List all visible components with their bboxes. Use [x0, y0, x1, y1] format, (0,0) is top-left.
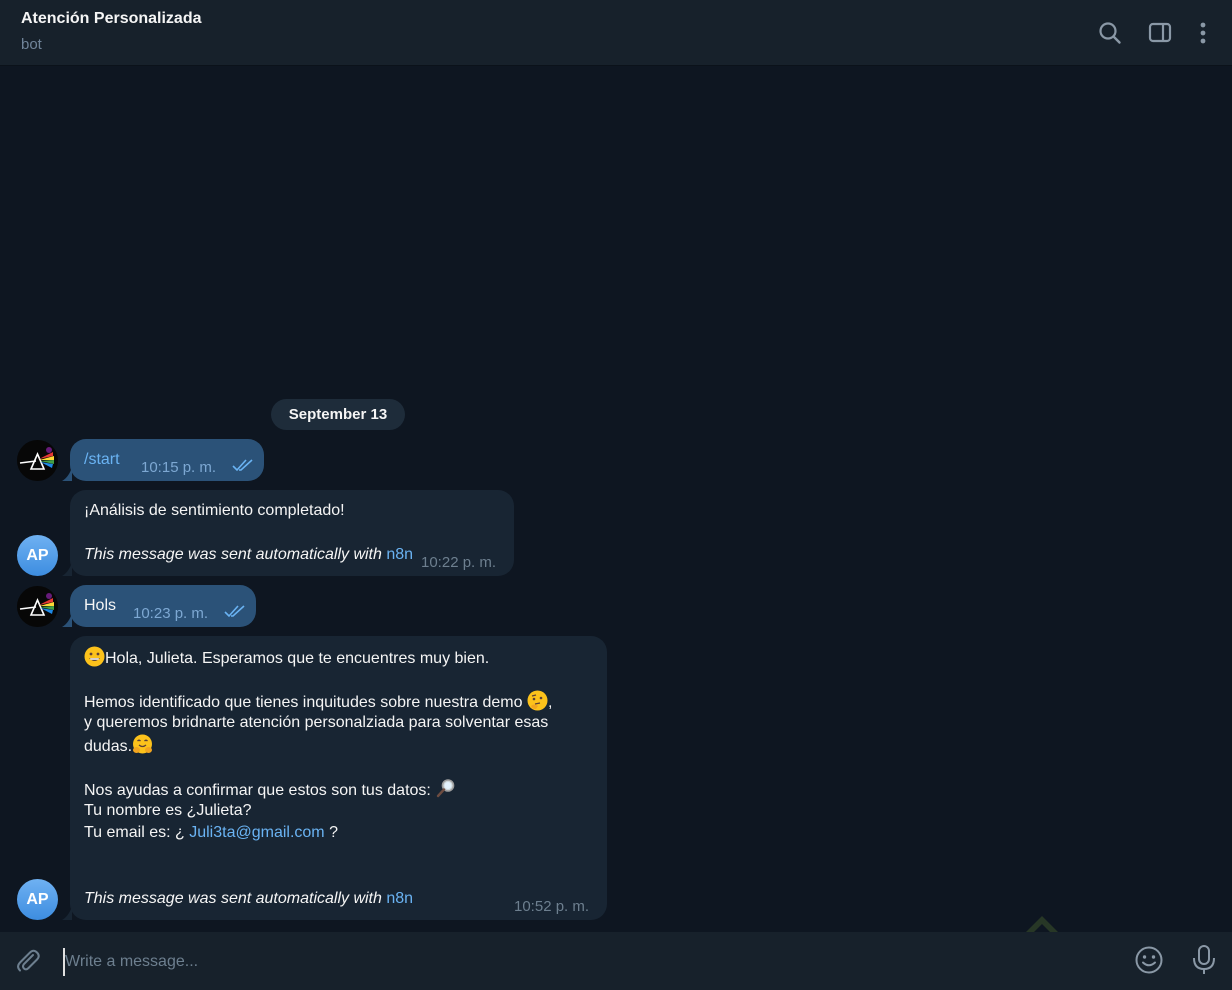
auto-message-footer: This message was sent automatically with — [84, 890, 382, 907]
email-link[interactable]: Juli3ta@gmail.com — [189, 824, 324, 841]
message-bubble-outgoing[interactable]: Hols 10:23 p. m. — [62, 585, 256, 627]
user-avatar[interactable] — [17, 586, 58, 627]
magnifier-emoji-icon — [437, 779, 455, 798]
message-line: Tu email es: ¿ — [84, 824, 185, 841]
search-icon[interactable] — [1097, 20, 1123, 46]
bot-avatar[interactable]: AP — [17, 879, 58, 920]
bubble-tail — [62, 467, 72, 481]
prism-avatar-icon — [17, 440, 58, 481]
message-input[interactable] — [63, 948, 967, 976]
attach-icon[interactable] — [14, 947, 42, 975]
message-line: ? — [329, 824, 338, 841]
prism-avatar-icon — [17, 586, 58, 627]
bubble-tail — [62, 613, 72, 627]
microphone-icon[interactable] — [1190, 944, 1218, 976]
message-text[interactable]: Hols — [84, 595, 116, 617]
message-time: 10:23 p. m. — [133, 605, 209, 622]
user-avatar[interactable] — [17, 440, 58, 481]
auto-message-footer: This message was sent automatically with — [84, 546, 382, 563]
message-text: ¡Análisis de sentimiento completado! — [84, 502, 345, 519]
grinning-emoji-icon — [84, 646, 105, 667]
chat-header: Atención Personalizada bot — [0, 0, 1232, 66]
thinking-emoji-icon — [527, 690, 548, 711]
avatar-initials: AP — [26, 546, 49, 564]
message-bubble-outgoing[interactable]: /start 10:15 p. m. — [62, 439, 264, 481]
message-time: 10:15 p. m. — [141, 459, 217, 476]
chat-subtitle: bot — [21, 36, 42, 53]
date-separator: September 13 — [271, 399, 405, 430]
more-vertical-icon[interactable] — [1190, 20, 1216, 46]
bot-avatar[interactable]: AP — [17, 535, 58, 576]
n8n-link[interactable]: n8n — [386, 546, 413, 563]
double-check-icon — [232, 459, 253, 472]
message-line: Nos ayudas a confirmar que estos son tus… — [84, 782, 431, 799]
message-composer — [0, 932, 1232, 990]
message-time: 10:52 p. m. — [514, 898, 590, 915]
bubble-tail — [62, 562, 72, 576]
message-bubble-incoming[interactable]: Hola, Julieta. Esperamos que te encuentr… — [62, 636, 607, 920]
chat-title[interactable]: Atención Personalizada — [21, 10, 202, 28]
message-line: Tu nombre es ¿Julieta? — [84, 802, 252, 819]
message-line: dudas. — [84, 738, 133, 755]
message-bubble-incoming[interactable]: ¡Análisis de sentimiento completado! Thi… — [62, 490, 514, 576]
double-check-icon — [224, 605, 245, 618]
message-line: Hola, Julieta. Esperamos que te encuentr… — [105, 650, 490, 667]
emoji-icon[interactable] — [1134, 945, 1164, 975]
avatar-initials: AP — [26, 890, 49, 908]
sidebar-toggle-icon[interactable] — [1147, 20, 1173, 46]
message-text[interactable]: /start — [84, 449, 120, 471]
message-line: y queremos bridnarte atención personalzi… — [84, 714, 549, 731]
message-line: Hemos identificado que tienes inquitudes… — [84, 694, 523, 711]
bubble-tail — [62, 906, 72, 920]
message-time: 10:22 p. m. — [421, 554, 497, 571]
hugging-emoji-icon — [133, 734, 153, 754]
n8n-link[interactable]: n8n — [386, 890, 413, 907]
